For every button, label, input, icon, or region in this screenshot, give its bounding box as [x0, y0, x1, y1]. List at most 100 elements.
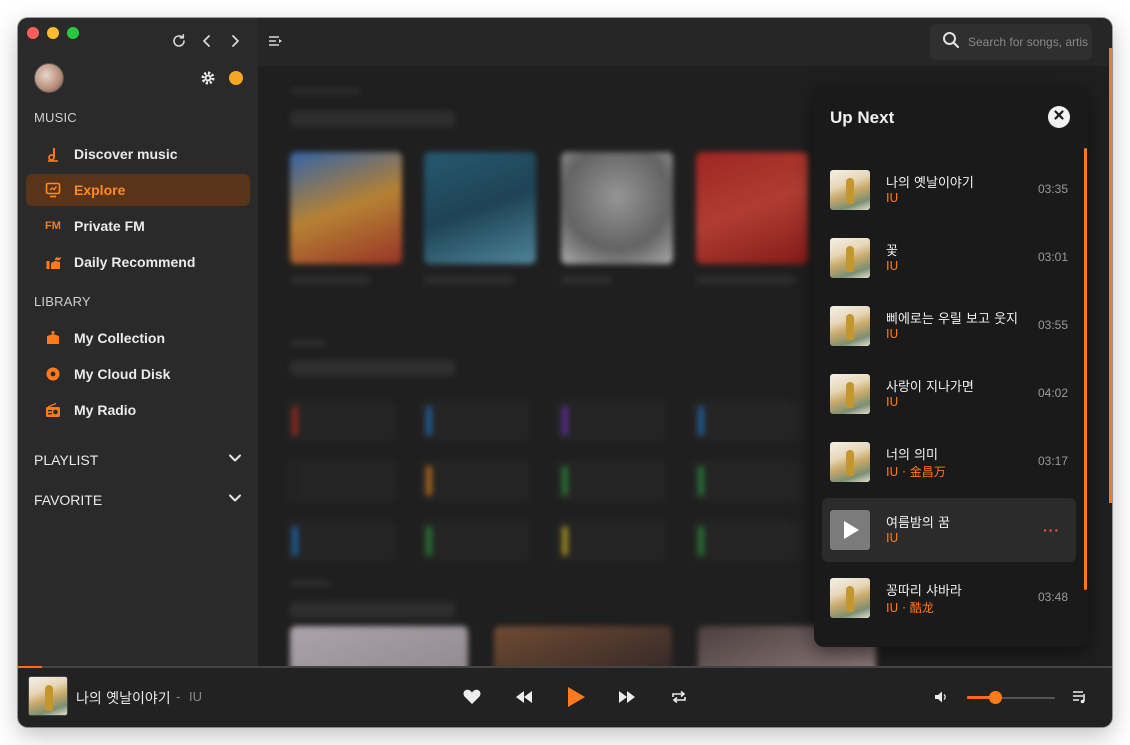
- sidebar-item-discover-music[interactable]: Discover music: [26, 138, 250, 170]
- play-icon[interactable]: [563, 683, 589, 711]
- now-playing-separator: -: [176, 689, 181, 704]
- play-icon[interactable]: [842, 520, 860, 545]
- track-duration: 03:17: [1037, 454, 1068, 468]
- track-title: 삐에로는 우릴 보고 웃지: [886, 312, 1018, 327]
- track-title: 꽃: [886, 244, 898, 259]
- music-note-icon: [44, 145, 62, 163]
- panel-scrollbar[interactable]: [1084, 148, 1087, 590]
- heart-icon[interactable]: [461, 686, 483, 708]
- playback-progress-fill: [18, 666, 43, 668]
- track-duration: 03:55: [1037, 318, 1068, 332]
- queue-track[interactable]: 사랑이 지나가면 IU 04:02: [822, 362, 1076, 426]
- track-cover: [830, 510, 870, 550]
- track-cover: [830, 306, 870, 346]
- track-artist[interactable]: IU: [886, 531, 898, 545]
- playlist-section-toggle[interactable]: PLAYLIST: [34, 451, 242, 468]
- queue-menu-icon[interactable]: [268, 33, 284, 49]
- back-arrow-icon[interactable]: [198, 32, 216, 50]
- chevron-down-icon: [228, 491, 242, 508]
- favorite-label: FAVORITE: [34, 491, 103, 508]
- collection-icon: [44, 329, 62, 347]
- sidebar-item-label: Discover music: [74, 146, 178, 162]
- track-title: 꽁따리 샤바라: [886, 584, 962, 599]
- cloud-disk-icon: [44, 365, 62, 383]
- track-title: 나의 옛날이야기: [886, 176, 974, 191]
- playlist-queue-icon[interactable]: [1069, 686, 1091, 708]
- window-controls: [27, 27, 79, 39]
- sidebar-item-label: Daily Recommend: [74, 254, 196, 270]
- now-playing-cover[interactable]: [28, 676, 68, 716]
- refresh-icon[interactable]: [170, 32, 188, 50]
- previous-track-icon[interactable]: [513, 686, 535, 708]
- volume-icon[interactable]: [930, 686, 952, 708]
- sidebar-item-label: Private FM: [74, 218, 145, 234]
- sidebar-item-label: My Radio: [74, 402, 137, 418]
- track-duration: 03:35: [1037, 182, 1068, 196]
- sidebar-item-label: My Collection: [74, 330, 166, 346]
- track-artist[interactable]: IU · 金昌万: [886, 463, 946, 480]
- user-avatar[interactable]: [34, 63, 64, 93]
- sidebar-item-label: My Cloud Disk: [74, 366, 171, 382]
- close-window-button[interactable]: [27, 27, 39, 39]
- daily-recommend-icon: [44, 253, 62, 271]
- up-next-panel: Up Next 나의 옛날이야기 IU 03:35 꽃 IU 03:01 삐에로…: [814, 86, 1088, 647]
- track-cover: [830, 170, 870, 210]
- queue-track[interactable]: 꽃 IU 03:01: [822, 226, 1076, 290]
- minimize-window-button[interactable]: [47, 27, 59, 39]
- sidebar-item-my-radio[interactable]: My Radio: [26, 394, 250, 426]
- navigation-buttons: [170, 32, 244, 50]
- panel-title: Up Next: [830, 108, 895, 127]
- next-track-icon[interactable]: [616, 686, 638, 708]
- track-duration: 03:48: [1037, 590, 1068, 604]
- track-duration: 03:01: [1037, 250, 1068, 264]
- queue-track[interactable]: 꽁따리 샤바라 IU · 酷龙 03:48: [822, 566, 1076, 630]
- close-panel-button[interactable]: [1048, 106, 1070, 128]
- track-title: 사랑이 지나가면: [886, 380, 974, 395]
- section-title-music: MUSIC: [34, 110, 77, 125]
- playback-progress-track[interactable]: [18, 666, 1112, 668]
- queue-track[interactable]: 삐에로는 우릴 보고 웃지 IU 03:55: [822, 294, 1076, 358]
- now-playing-title[interactable]: 나의 옛날이야기: [76, 688, 171, 708]
- track-artist[interactable]: IU: [886, 259, 898, 273]
- track-title: 너의 의미: [886, 448, 938, 463]
- section-title-library: LIBRARY: [34, 294, 91, 309]
- forward-arrow-icon[interactable]: [226, 32, 244, 50]
- search-icon: [942, 31, 960, 54]
- more-options-button[interactable]: ···: [1043, 522, 1060, 538]
- fm-icon: FM: [45, 220, 61, 232]
- repeat-icon[interactable]: [668, 686, 690, 708]
- search-input[interactable]: [968, 35, 1088, 49]
- chevron-down-icon: [228, 451, 242, 468]
- status-dot[interactable]: [229, 71, 243, 85]
- track-duration: 04:02: [1037, 386, 1068, 400]
- radio-icon: [44, 401, 62, 419]
- track-cover: [830, 374, 870, 414]
- close-icon: [1053, 108, 1065, 126]
- maximize-window-button[interactable]: [67, 27, 79, 39]
- sidebar-item-label: Explore: [74, 182, 126, 198]
- queue-track[interactable]: 나의 옛날이야기 IU 03:35: [822, 158, 1076, 222]
- top-bar: [258, 18, 1112, 66]
- volume-slider-handle[interactable]: [989, 691, 1003, 704]
- sidebar-item-private-fm[interactable]: FM Private FM: [26, 210, 250, 242]
- explore-icon: [44, 181, 62, 199]
- now-playing-artist[interactable]: IU: [189, 689, 202, 704]
- track-artist[interactable]: IU · 酷龙: [886, 599, 934, 616]
- sidebar-item-my-cloud-disk[interactable]: My Cloud Disk: [26, 358, 250, 390]
- favorite-section-toggle[interactable]: FAVORITE: [34, 491, 242, 508]
- sidebar-item-daily-recommend[interactable]: Daily Recommend: [26, 246, 250, 278]
- queue-track-hovered[interactable]: 여름밤의 꿈 IU ···: [822, 498, 1076, 562]
- gear-icon[interactable]: [199, 69, 217, 87]
- queue-track[interactable]: 너의 의미 IU · 金昌万 03:17: [822, 430, 1076, 494]
- sidebar-item-my-collection[interactable]: My Collection: [26, 322, 250, 354]
- sidebar: MUSIC Discover music Explore FM Private …: [18, 18, 258, 666]
- track-artist[interactable]: IU: [886, 395, 898, 409]
- app-window: MUSIC Discover music Explore FM Private …: [18, 18, 1112, 727]
- search-box[interactable]: [930, 24, 1092, 60]
- sidebar-item-explore[interactable]: Explore: [26, 174, 250, 206]
- track-artist[interactable]: IU: [886, 191, 898, 205]
- main-content: Up Next 나의 옛날이야기 IU 03:35 꽃 IU 03:01: [258, 18, 1112, 666]
- playlist-label: PLAYLIST: [34, 451, 99, 468]
- track-artist[interactable]: IU: [886, 327, 898, 341]
- track-cover: [830, 442, 870, 482]
